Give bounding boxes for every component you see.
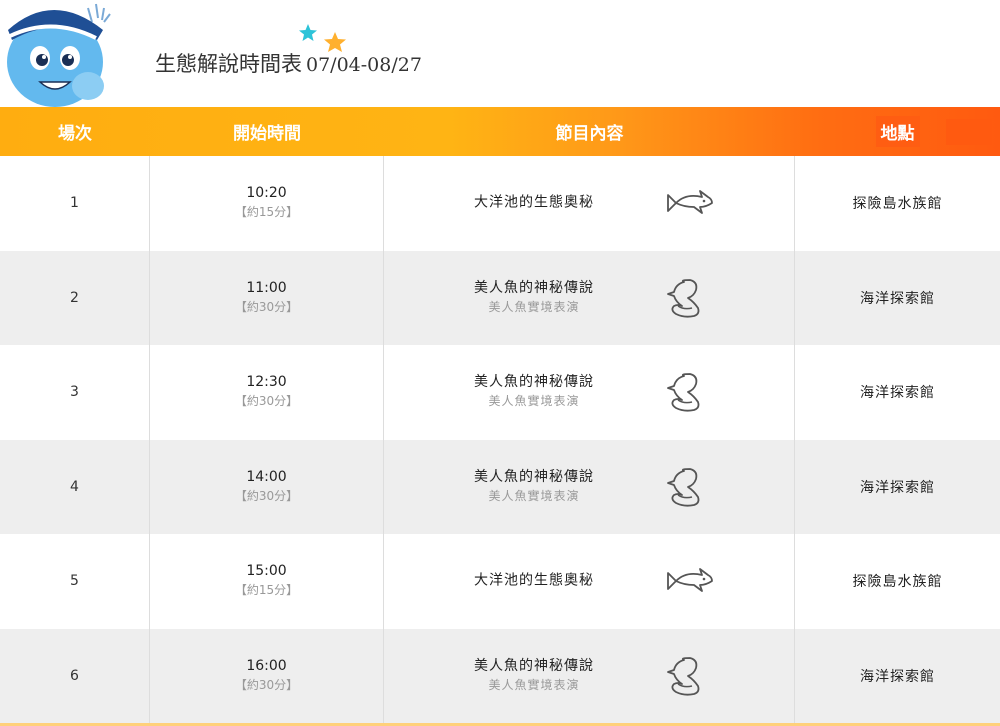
mermaid-icon: [667, 467, 700, 507]
start-time: 15:00: [246, 563, 287, 580]
mermaid-icon: [667, 656, 700, 696]
stars-icon: [299, 24, 346, 52]
session-cell: 1: [0, 156, 150, 251]
dolphin-mascot-icon: [7, 3, 111, 107]
time-cell: 15:00 【約15分】: [150, 534, 384, 629]
table-row: 2 11:00 【約30分】 美人魚的神秘傳說 美人魚實境表演 海洋探索館: [0, 250, 1000, 345]
program-subtitle: 美人魚實境表演: [488, 488, 580, 503]
table-row: 4 14:00 【約30分】 美人魚的神秘傳說 美人魚實境表演 海洋探索館: [0, 439, 1000, 534]
location-cell: 海洋探索館: [860, 668, 935, 685]
start-time: 16:00: [246, 657, 287, 674]
program-subtitle: 美人魚實境表演: [488, 394, 580, 409]
shark-icon: [667, 568, 713, 593]
duration: 【約30分】: [234, 488, 299, 503]
program-title: 大洋池的生態奧秘: [474, 194, 594, 211]
location-cell: 海洋探索館: [860, 290, 935, 307]
session-cell: 2: [0, 250, 150, 345]
page-title: 生態解說時間表: [155, 48, 302, 82]
header-start-time: 開始時間: [233, 124, 301, 144]
duration: 【約30分】: [234, 394, 299, 409]
time-cell: 16:00 【約30分】: [150, 628, 384, 723]
program-cell: 大洋池的生態奧秘: [384, 534, 795, 629]
duration: 【約15分】: [234, 205, 299, 220]
program-subtitle: 美人魚實境表演: [488, 299, 580, 314]
start-time: 10:20: [246, 185, 287, 202]
program-title: 美人魚的神秘傳說: [474, 279, 594, 296]
program-title: 美人魚的神秘傳說: [474, 657, 594, 674]
header-session: 場次: [58, 124, 92, 144]
program-cell: 美人魚的神秘傳說 美人魚實境表演: [384, 439, 795, 534]
session-cell: 4: [0, 439, 150, 534]
duration: 【約30分】: [234, 299, 299, 314]
program-title: 美人魚的神秘傳說: [474, 374, 594, 391]
table-header: 場次 開始時間 節目內容 地點: [0, 107, 1000, 156]
time-cell: 14:00 【約30分】: [150, 439, 384, 534]
shark-icon: [667, 190, 713, 215]
program-title: 美人魚的神秘傳說: [474, 468, 594, 485]
header-decoration: [946, 119, 992, 145]
table-row: 6 16:00 【約30分】 美人魚的神秘傳說 美人魚實境表演 海洋探索館: [0, 628, 1000, 723]
program-title: 大洋池的生態奧秘: [474, 572, 594, 589]
table-row: 3 12:30 【約30分】 美人魚的神秘傳說 美人魚實境表演 海洋探索館: [0, 345, 1000, 440]
program-cell: 美人魚的神秘傳說 美人魚實境表演: [384, 628, 795, 723]
program-cell: 美人魚的神秘傳說 美人魚實境表演: [384, 250, 795, 345]
location-cell: 海洋探索館: [860, 385, 935, 402]
duration: 【約30分】: [234, 677, 299, 692]
start-time: 14:00: [246, 468, 287, 485]
location-cell: 探險島水族館: [852, 196, 943, 213]
session-cell: 5: [0, 534, 150, 629]
mermaid-icon: [667, 278, 700, 318]
start-time: 12:30: [246, 374, 287, 391]
table-row: 5 15:00 【約15分】 大洋池的生態奧秘 探險島水族館: [0, 534, 1000, 629]
location-cell: 探險島水族館: [852, 574, 943, 591]
mermaid-icon: [667, 373, 700, 412]
program-subtitle: 美人魚實境表演: [488, 677, 580, 692]
header-location-label: 地點: [875, 116, 920, 147]
time-cell: 11:00 【約30分】: [150, 250, 384, 345]
duration: 【約15分】: [234, 583, 299, 598]
page-header: 生態解說時間表 07/04-08/27: [0, 0, 1000, 107]
table-row: 1 10:20 【約15分】 大洋池的生態奧秘 探險島水族館: [0, 156, 1000, 251]
program-cell: 美人魚的神秘傳說 美人魚實境表演: [384, 345, 795, 440]
schedule-table: 場次 開始時間 節目內容 地點 1 10:20 【約15分】 大洋池的生態奧秘: [0, 107, 1000, 723]
header-program: 節目內容: [555, 124, 624, 144]
program-cell: 大洋池的生態奧秘: [384, 156, 795, 251]
session-cell: 3: [0, 345, 150, 440]
time-cell: 10:20 【約15分】: [150, 156, 384, 251]
location-cell: 海洋探索館: [860, 479, 935, 496]
time-cell: 12:30 【約30分】: [150, 345, 384, 440]
session-cell: 6: [0, 628, 150, 723]
start-time: 11:00: [246, 279, 287, 296]
